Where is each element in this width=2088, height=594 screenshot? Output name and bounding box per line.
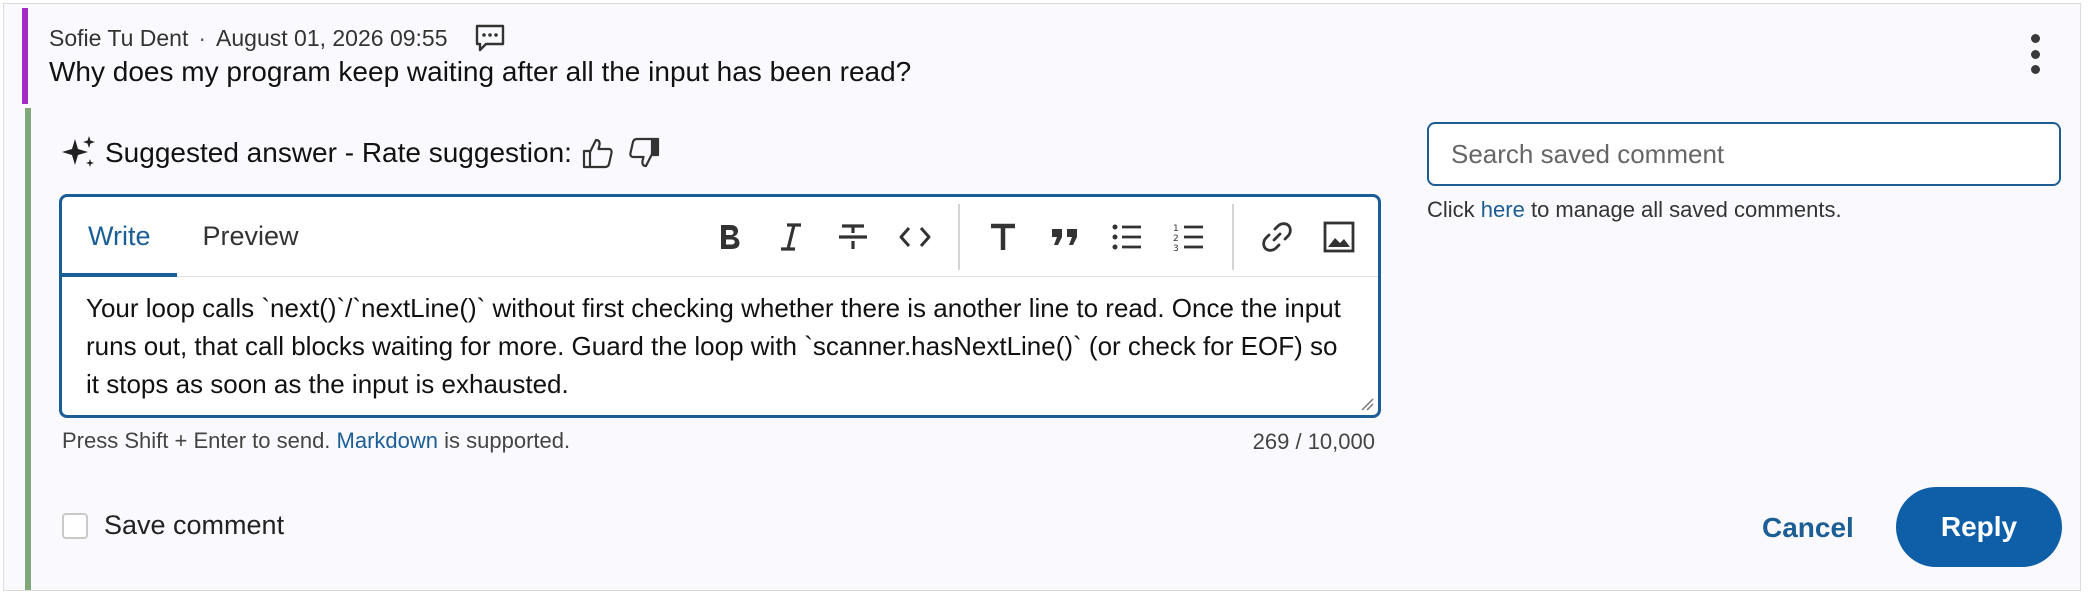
reply-textarea[interactable]: Your loop calls `next()`/`nextLine()` wi… [62, 277, 1378, 403]
hint-text-suffix: is supported. [444, 428, 571, 453]
comment-icon[interactable] [474, 24, 506, 52]
save-comment-label: Save comment [104, 510, 285, 540]
answer-accent-bar [25, 108, 31, 590]
question-text: Why does my program keep waiting after a… [49, 56, 912, 87]
save-comment-checkbox[interactable] [62, 512, 88, 539]
comment-card: Sofie Tu Dent · August 01, 2026 09:55 Wh… [3, 3, 2081, 591]
reply-button[interactable]: Reply [1896, 487, 2062, 567]
tab-write[interactable]: Write [62, 197, 177, 277]
hint-text: Press Shift + Enter to send. [62, 428, 331, 453]
thumbs-down-icon[interactable] [624, 133, 664, 173]
tab-preview[interactable]: Preview [177, 197, 325, 277]
character-count: 269 / 10,000 [1252, 429, 1375, 454]
saved-comment-search-input[interactable] [1427, 122, 2061, 186]
svg-text:3: 3 [1173, 244, 1179, 254]
bullet-list-icon[interactable] [1099, 209, 1155, 265]
sparkle-icon [62, 136, 95, 167]
link-icon[interactable] [1249, 209, 1305, 265]
svg-text:2: 2 [1173, 234, 1179, 244]
markdown-link[interactable]: Markdown [337, 428, 438, 453]
formatting-tools: 123 [698, 197, 1370, 277]
comment-meta: Sofie Tu Dent · August 01, 2026 09:55 [49, 24, 506, 52]
manage-saved-comments: Click here to manage all saved comments. [1427, 197, 1842, 223]
manage-text: Click [1427, 197, 1475, 222]
bold-icon[interactable] [701, 209, 757, 265]
question-accent-bar [22, 8, 28, 104]
image-icon[interactable] [1311, 209, 1367, 265]
heading-icon[interactable] [975, 209, 1031, 265]
save-comment-option: Save comment [62, 510, 284, 541]
more-options-icon[interactable] [2028, 34, 2042, 74]
thumbs-up-icon[interactable] [578, 133, 618, 173]
author-name: Sofie Tu Dent [49, 24, 189, 51]
code-icon[interactable] [887, 209, 943, 265]
suggested-answer-header: Suggested answer - Rate suggestion: [61, 130, 664, 176]
resize-handle-icon[interactable] [1358, 395, 1374, 411]
comment-timestamp: August 01, 2026 09:55 [216, 24, 448, 51]
svg-text:1: 1 [1173, 224, 1179, 234]
manage-saved-comments-link[interactable]: here [1481, 197, 1525, 222]
manage-text-suffix: to manage all saved comments. [1530, 197, 1842, 222]
italic-icon[interactable] [763, 209, 819, 265]
cancel-button[interactable]: Cancel [1762, 502, 1854, 554]
meta-separator: · [198, 24, 207, 51]
toolbar-divider [1232, 204, 1234, 270]
toolbar-divider [958, 204, 960, 270]
quote-icon[interactable] [1037, 209, 1093, 265]
numbered-list-icon[interactable]: 123 [1161, 209, 1217, 265]
reply-editor: Write Preview 1 2 3 Your loop calls `nex… [59, 194, 1381, 418]
strikethrough-icon[interactable] [825, 209, 881, 265]
suggested-answer-label: Suggested answer - Rate suggestion: [105, 137, 572, 168]
editor-hint: Press Shift + Enter to send. Markdown is… [62, 428, 570, 454]
editor-toolbar: Write Preview 1 2 3 [62, 197, 1378, 277]
